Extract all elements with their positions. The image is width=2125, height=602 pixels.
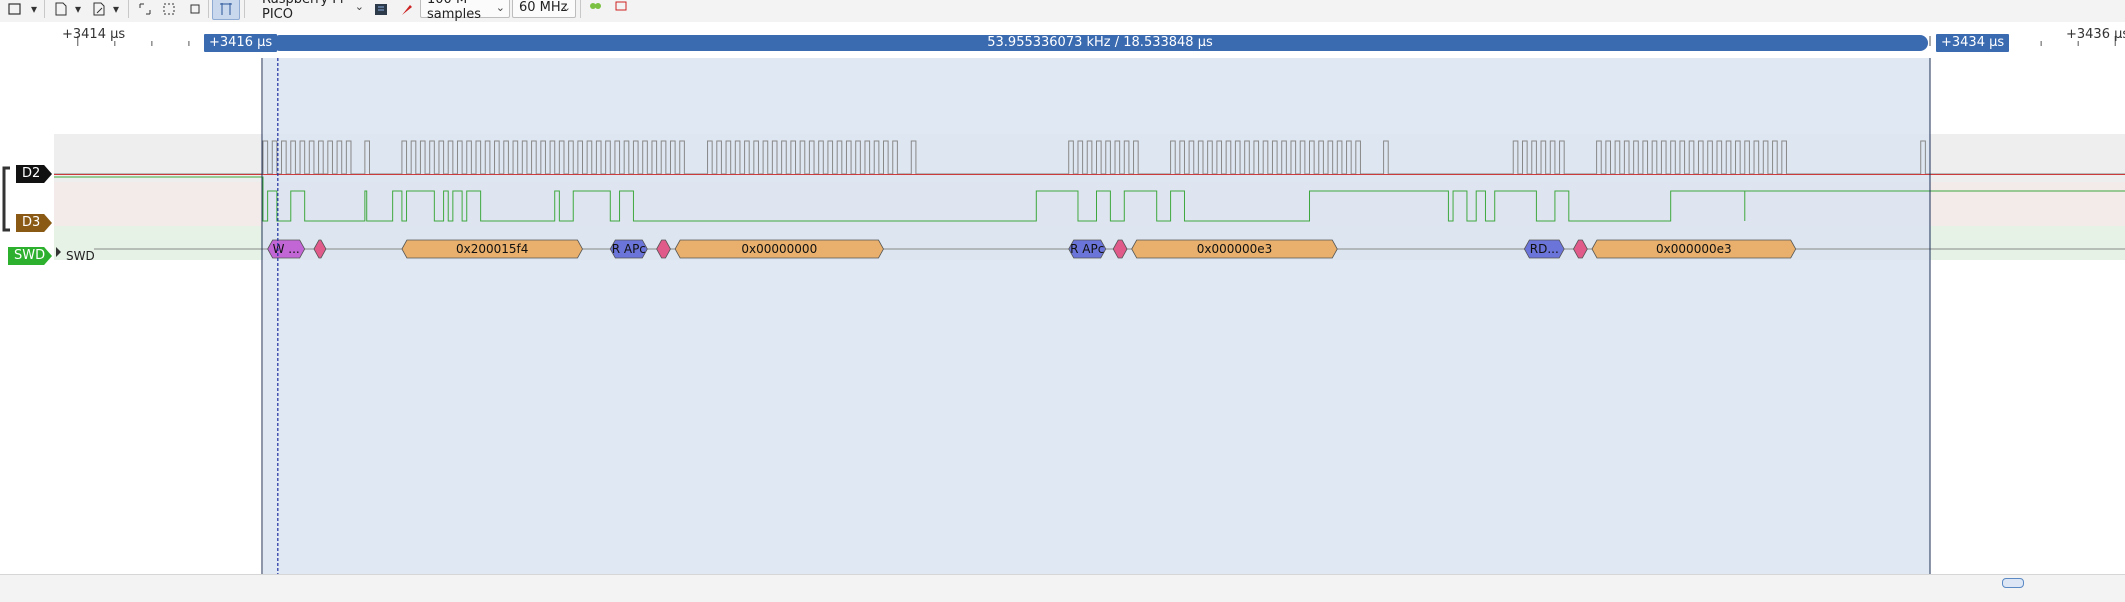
trace-canvas: W ... 0x200015f4 R APc 0x00000000 R APc 0x000… — [54, 58, 2125, 574]
open-dropdown-icon[interactable]: ▾ — [72, 0, 84, 18]
cursor-left-label[interactable]: +3416 µs — [204, 34, 278, 52]
channel-d3-label: D3 — [22, 215, 41, 230]
zoom-one-to-one-icon[interactable] — [186, 0, 204, 18]
tick-label: +3436 µs — [2066, 27, 2125, 42]
decoder-annotation-label: 0x000000e3 — [1197, 242, 1273, 256]
decoder-annotation-label: 0x200015f4 — [456, 242, 528, 256]
cursor-right-label[interactable]: +3434 µs — [1936, 34, 2010, 52]
expand-arrow-icon[interactable] — [56, 247, 61, 257]
samplerate-value: 60 MHz — [519, 0, 568, 15]
channel-headers: D2 D3 SWD — [0, 58, 54, 574]
zoom-fit-icon[interactable] — [136, 0, 154, 18]
decoder-annotation: R APc — [609, 239, 648, 259]
toolbar: ▾ ▾ ▾ Raspberry Pi PICO ⌄ 100 M samples … — [0, 0, 2125, 22]
decoder-annotation: 0x200015f4 — [401, 239, 583, 259]
device-config-icon[interactable] — [372, 0, 390, 18]
new-view-icon[interactable] — [6, 0, 24, 18]
decoder-annotation: 0x000000e3 — [1591, 239, 1797, 259]
cursor-selection-area — [263, 58, 1930, 574]
decoder-swd-row-label: SWD — [66, 249, 95, 263]
decoder-annotation-label: R APc — [1070, 242, 1104, 256]
save-dropdown-icon[interactable]: ▾ — [110, 0, 122, 18]
scrollbar-thumb[interactable] — [2002, 578, 2024, 588]
chevron-down-icon: ⌄ — [495, 1, 505, 14]
decoder-annotation-label: 0x000000e3 — [1656, 242, 1732, 256]
tick-label: +3414 µs — [62, 27, 126, 42]
decoder-annotation-label: R APc — [612, 242, 646, 256]
zoom-in-icon[interactable] — [160, 0, 178, 18]
samplerate-select[interactable]: 60 MHz ⌄ — [512, 0, 576, 18]
horizontal-scrollbar[interactable] — [0, 574, 2125, 602]
chevron-down-icon: ⌄ — [561, 1, 571, 14]
probe-icon[interactable] — [398, 0, 416, 18]
decoder-annotation: R APc — [1068, 239, 1107, 259]
cursor-icon — [220, 3, 232, 15]
cursor-range-bar[interactable]: 53.955336073 kHz / 18.533848 µs — [272, 35, 1928, 51]
decoder-swd-tag[interactable]: SWD — [8, 247, 52, 265]
decoder-annotation: W ... — [267, 239, 306, 259]
decoder-annotation-label: W ... — [273, 242, 300, 256]
new-view-dropdown-icon[interactable]: ▾ — [28, 0, 40, 18]
save-file-icon[interactable] — [90, 0, 108, 18]
sample-count-select[interactable]: 100 M samples ⌄ — [420, 0, 510, 22]
decoder-annotation: RD... — [1523, 239, 1565, 259]
add-decoder-icon[interactable] — [612, 0, 630, 18]
decoder-annotation: 0x00000000 — [674, 239, 884, 259]
cursor-measurement: 53.955336073 kHz / 18.533848 µs — [987, 35, 1213, 50]
decoder-swd-tag-label: SWD — [14, 248, 46, 263]
channel-d2-label: D2 — [22, 166, 41, 181]
chevron-down-icon: ⌄ — [354, 0, 364, 13]
decoder-annotation: 0x000000e3 — [1131, 239, 1338, 259]
device-label: Raspberry Pi PICO — [262, 0, 343, 22]
run-icon[interactable] — [586, 0, 604, 18]
show-cursors-button[interactable] — [212, 0, 240, 20]
time-ruler[interactable]: +3414 µs +3436 µs 53.955336073 kHz / 18.… — [0, 22, 2125, 58]
open-file-icon[interactable] — [52, 0, 70, 18]
device-selector[interactable]: Raspberry Pi PICO ⌄ — [256, 0, 368, 22]
decoder-annotation-label: 0x00000000 — [741, 242, 817, 256]
decoder-annotation-label: RD... — [1530, 242, 1559, 256]
trace-view[interactable]: W ... 0x200015f4 R APc 0x00000000 R APc 0x000… — [54, 58, 2125, 574]
